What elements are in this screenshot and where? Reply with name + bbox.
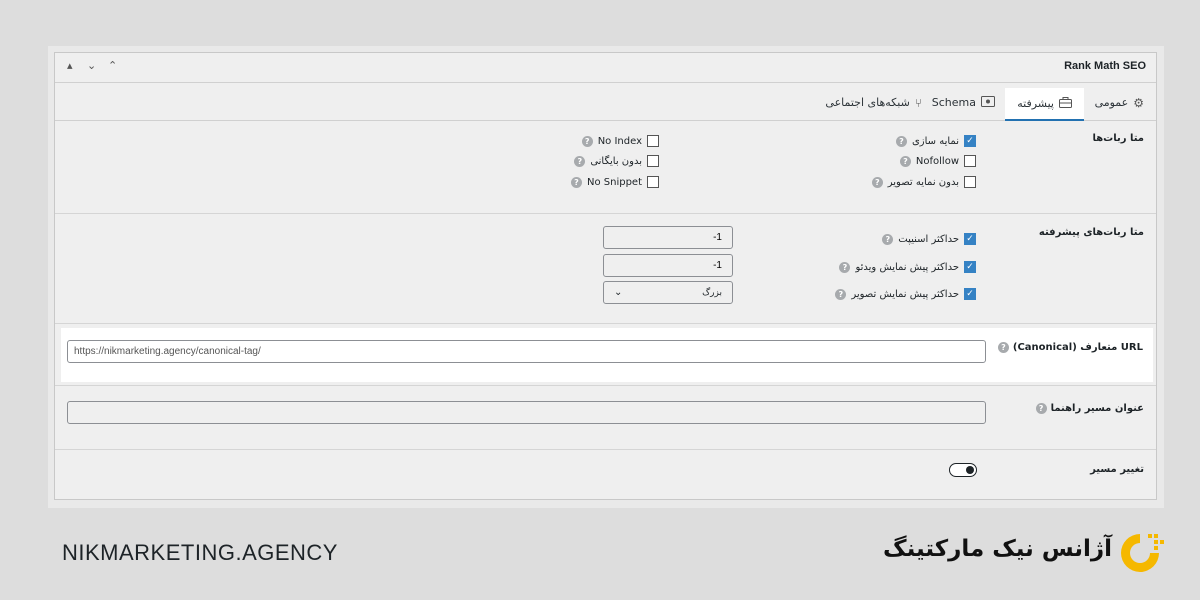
max-video-preview-label: حداکثر پیش نمایش ویدئو	[855, 261, 959, 273]
toolbox-icon	[1059, 96, 1072, 111]
toggle-knob	[966, 465, 974, 474]
tab-label: Schema	[931, 96, 976, 109]
robots-nosnippet-option[interactable]: No Snippet ?	[570, 176, 659, 188]
noindex-checkbox[interactable]	[647, 135, 659, 147]
max-image-preview-select[interactable]: ⌄ بزرگ	[603, 281, 733, 304]
move-up-icon[interactable]: ▴	[67, 59, 73, 72]
redirect-title: تغییر مسیر	[1090, 464, 1144, 475]
metabox-title: Rank Math SEO	[1064, 60, 1146, 72]
advanced-robots-title: متا ربات‌های پیشرفته	[1038, 227, 1144, 238]
tab-advanced[interactable]: پیشرفته	[1005, 88, 1084, 121]
tab-label: عمومی	[1094, 96, 1129, 109]
tab-general[interactable]: ⚙ عمومی	[1095, 84, 1144, 121]
help-icon[interactable]: ?	[839, 261, 851, 273]
robots-noarchive-option[interactable]: بدون بایگانی ?	[574, 155, 659, 167]
nosnippet-checkbox[interactable]	[647, 176, 659, 188]
max-image-preview-checkbox[interactable]	[964, 288, 976, 300]
divider	[55, 323, 1156, 324]
help-icon[interactable]: ?	[882, 233, 894, 245]
rank-math-metabox: ▴ ⌄ ⌃ Rank Math SEO ⚙ عمومی پیشرفته Sche…	[54, 52, 1157, 500]
gear-icon: ⚙	[1133, 95, 1144, 110]
help-icon[interactable]: ?	[899, 155, 911, 167]
collapse-icon[interactable]: ⌃	[108, 59, 117, 72]
brand-logo-icon	[1121, 534, 1164, 572]
max-snippet-option[interactable]: حداکثر اسنیپت ?	[882, 233, 976, 245]
robots-meta-title: متا ربات‌ها	[1092, 133, 1144, 144]
max-video-preview-checkbox[interactable]	[964, 261, 976, 273]
noimageindex-label: بدون نمایه تصویر	[887, 176, 959, 188]
robots-noindex-option[interactable]: No Index ?	[581, 135, 659, 147]
redirect-toggle[interactable]	[949, 463, 977, 477]
tab-label: پیشرفته	[1017, 97, 1054, 110]
max-video-preview-option[interactable]: حداکثر پیش نمایش ویدئو ?	[839, 261, 976, 273]
canonical-highlight: URL متعارف (Canonical) ?	[61, 328, 1153, 382]
breadcrumb-title-wrap: عنوان مسیر راهنما ?	[1035, 403, 1144, 414]
noarchive-checkbox[interactable]	[647, 155, 659, 167]
robots-index-option[interactable]: نمایه سازی ?	[895, 135, 976, 147]
divider	[55, 385, 1156, 386]
divider	[55, 213, 1156, 214]
max-snippet-label: حداکثر اسنیپت	[898, 233, 959, 245]
help-icon[interactable]: ?	[1035, 403, 1047, 414]
share-icon: ⑂	[914, 95, 922, 110]
max-video-preview-input[interactable]	[603, 254, 733, 277]
nosnippet-label: No Snippet	[586, 176, 642, 188]
max-snippet-input[interactable]	[603, 226, 733, 249]
tab-schema[interactable]: Schema	[932, 84, 995, 121]
help-icon[interactable]: ?	[871, 176, 883, 188]
robots-nofollow-option[interactable]: Nofollow ?	[899, 155, 976, 167]
chevron-down-icon: ⌄	[614, 287, 623, 298]
select-value: بزرگ	[702, 287, 722, 298]
help-icon[interactable]: ?	[835, 288, 847, 300]
tab-social[interactable]: ⑂ شبکه‌های اجتماعی	[825, 84, 922, 121]
help-icon[interactable]: ?	[574, 155, 586, 167]
nofollow-checkbox[interactable]	[964, 155, 976, 167]
max-snippet-checkbox[interactable]	[964, 233, 976, 245]
noarchive-label: بدون بایگانی	[590, 155, 642, 167]
footer-domain: NIKMARKETING.AGENCY	[62, 540, 338, 565]
canonical-title-wrap: URL متعارف (Canonical) ?	[997, 342, 1143, 353]
move-down-icon[interactable]: ⌄	[87, 59, 96, 72]
help-icon[interactable]: ?	[997, 342, 1009, 353]
index-label: نمایه سازی	[911, 135, 959, 147]
help-icon[interactable]: ?	[570, 176, 582, 188]
breadcrumb-title: عنوان مسیر راهنما	[1050, 403, 1144, 414]
divider	[55, 449, 1156, 450]
footer-brand: آژانس نیک مارکتینگ	[883, 536, 1112, 562]
noindex-label: No Index	[597, 135, 642, 147]
canonical-url-input[interactable]	[67, 340, 986, 363]
max-image-preview-option[interactable]: حداکثر پیش نمایش تصویر ?	[835, 288, 976, 300]
robots-noimageindex-option[interactable]: بدون نمایه تصویر ?	[871, 176, 976, 188]
max-image-preview-label: حداکثر پیش نمایش تصویر	[851, 288, 959, 300]
metabox-header: ▴ ⌄ ⌃ Rank Math SEO	[55, 53, 1156, 83]
canonical-title: URL متعارف (Canonical)	[1012, 342, 1143, 353]
tab-bar: ⚙ عمومی پیشرفته Schema ⑂ شبکه‌های اجتماع…	[55, 84, 1156, 121]
noimageindex-checkbox[interactable]	[964, 176, 976, 188]
nofollow-label: Nofollow	[915, 155, 959, 167]
index-checkbox[interactable]	[964, 135, 976, 147]
breadcrumb-title-input[interactable]	[67, 401, 986, 424]
help-icon[interactable]: ?	[895, 135, 907, 147]
help-icon[interactable]: ?	[581, 135, 593, 147]
schema-icon	[981, 95, 995, 110]
tab-label: شبکه‌های اجتماعی	[825, 96, 910, 109]
